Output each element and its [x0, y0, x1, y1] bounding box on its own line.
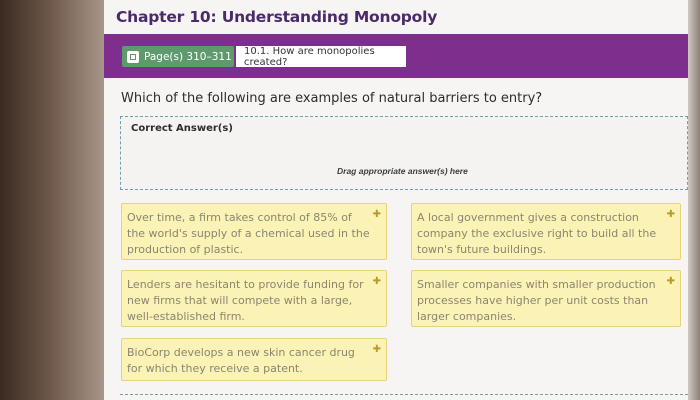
book-icon	[127, 50, 139, 63]
plus-icon: ✚	[666, 209, 675, 220]
next-dropzone-edge	[120, 394, 688, 395]
answer-card[interactable]: BioCorp develops a new skin cancer drug …	[121, 338, 387, 381]
drag-hint: Drag appropriate answer(s) here	[337, 166, 468, 176]
chapter-title: Chapter 10: Understanding Monopoly	[116, 8, 438, 26]
plus-icon: ✚	[666, 276, 675, 287]
answer-dropzone[interactable]: Correct Answer(s) Drag appropriate answe…	[120, 116, 688, 190]
plus-icon: ✚	[372, 276, 381, 287]
reference-bar: Page(s) 310–311 10.1. How are monopolies…	[104, 34, 688, 78]
answer-card-text: Lenders are hesitant to provide funding …	[127, 278, 364, 323]
plus-icon: ✚	[372, 209, 381, 220]
answer-card[interactable]: Lenders are hesitant to provide funding …	[121, 270, 387, 327]
answer-card-text: BioCorp develops a new skin cancer drug …	[127, 346, 355, 375]
page-reference-label: Page(s) 310–311	[144, 50, 232, 63]
answer-card[interactable]: Smaller companies with smaller productio…	[411, 270, 681, 327]
answer-card-text: Smaller companies with smaller productio…	[417, 278, 656, 323]
background-left	[0, 0, 104, 400]
answer-card-text: A local government gives a construction …	[417, 211, 657, 256]
section-reference-link[interactable]: 10.1. How are monopolies created?	[236, 46, 406, 68]
answer-card[interactable]: Over time, a firm takes control of 85% o…	[121, 203, 387, 260]
answer-card[interactable]: A local government gives a construction …	[411, 203, 681, 260]
question-text: Which of the following are examples of n…	[121, 91, 543, 106]
correct-answers-label: Correct Answer(s)	[131, 123, 233, 134]
plus-icon: ✚	[372, 344, 381, 355]
page-reference-button[interactable]: Page(s) 310–311	[122, 46, 234, 67]
answer-card-text: Over time, a firm takes control of 85% o…	[127, 211, 370, 256]
worksheet-panel: Chapter 10: Understanding Monopoly Page(…	[104, 0, 688, 400]
background-right	[688, 0, 700, 400]
